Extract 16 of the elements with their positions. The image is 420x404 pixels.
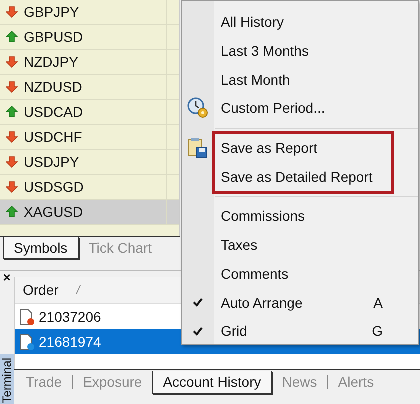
order-number: 21037206: [39, 308, 102, 324]
symbol-name: XAGUSD: [24, 204, 84, 220]
symbol-name: GBPJPY: [24, 4, 80, 20]
symbol-name: USDCAD: [24, 104, 84, 120]
order-number: 21681974: [39, 334, 102, 350]
symbol-name: GBPUSD: [24, 29, 84, 45]
shortcut-key: G: [372, 323, 383, 340]
symbol-name: USDSGD: [24, 179, 84, 195]
shortcut-key: A: [374, 294, 383, 311]
column-header: Order: [23, 282, 59, 298]
symbol-name: USDJPY: [24, 154, 80, 170]
symbol-name: NZDJPY: [24, 54, 78, 70]
sort-indicator: /: [76, 283, 80, 297]
panel-title: Terminal: [0, 354, 14, 404]
symbol-name: USDCHF: [24, 129, 82, 145]
symbol-name: NZDUSD: [24, 79, 82, 95]
